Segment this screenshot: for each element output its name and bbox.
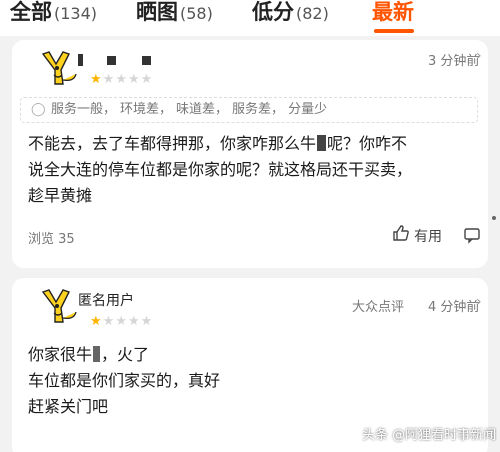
star-icon: ★ xyxy=(115,314,128,329)
masked-username-block xyxy=(78,54,83,66)
review-text: 你家很牛 ，火了 车位都是你们家买的，真好 赶紧关门吧 xyxy=(28,342,220,420)
useful-button[interactable]: 有用 xyxy=(414,226,442,246)
review-line: 趁早黄摊 xyxy=(28,186,93,205)
review-tag: 分量少 xyxy=(288,102,328,117)
review-time: 4 分钟前 xyxy=(428,300,480,315)
active-tab-indicator xyxy=(374,29,414,33)
tab-photos-label: 晒图 xyxy=(136,0,178,24)
star-icon: ★ xyxy=(90,314,103,329)
censored-text-block xyxy=(93,346,101,362)
avatar-icon[interactable] xyxy=(36,48,82,94)
review-username[interactable]: 匿名用户 xyxy=(78,290,134,310)
review-line: 你家很牛 ，火了 xyxy=(28,345,150,364)
censored-text-block xyxy=(317,135,327,151)
tab-low-score-count: (82) xyxy=(296,4,329,23)
tab-latest-label: 最新 xyxy=(372,0,414,24)
view-count: 浏览 35 xyxy=(28,232,75,247)
star-icon: ★ xyxy=(127,72,141,87)
masked-username-block xyxy=(107,55,116,65)
avatar-icon[interactable] xyxy=(36,286,82,332)
review-tag: 服务差， xyxy=(232,102,285,117)
tab-photos[interactable]: 晒图 (58) xyxy=(136,0,213,26)
review-card: 3 分钟前 › ★★★★★ ◯ 服务一般， 环境差， 味道差， 服务差， 分量少 不能去… xyxy=(12,40,488,268)
star-icon: ★ xyxy=(127,314,141,329)
star-icon: ★ xyxy=(140,314,154,329)
star-icon: ★ xyxy=(115,72,128,87)
thumbs-up-icon[interactable] xyxy=(392,224,410,242)
review-tag: 服务一般， xyxy=(51,102,117,117)
comment-icon[interactable] xyxy=(463,226,481,244)
tab-low-score-label: 低分 xyxy=(252,0,294,24)
tab-all-label: 全部 xyxy=(10,0,52,24)
review-line: 车位都是你们家买的，真好 xyxy=(28,371,221,390)
masked-username-block xyxy=(142,55,151,65)
star-icon: ★ xyxy=(140,72,154,87)
tab-photos-count: (58) xyxy=(180,4,213,23)
tab-latest[interactable]: 最新 xyxy=(372,0,414,24)
review-source: 大众点评 xyxy=(352,300,405,315)
review-filter-tabs: 全部 (134) 晒图 (58) 低分 (82) 最新 xyxy=(0,0,500,36)
star-icon: ★ xyxy=(90,72,103,87)
review-tags: ◯ 服务一般， 环境差， 味道差， 服务差， 分量少 xyxy=(20,97,478,123)
tab-all-count: (134) xyxy=(54,4,98,23)
scroll-indicator-dot xyxy=(492,216,496,220)
chevron-right-icon[interactable]: › xyxy=(476,48,482,64)
star-icon: ★ xyxy=(102,72,116,87)
tag-icon: ◯ xyxy=(31,102,46,117)
tab-low-score[interactable]: 低分 (82) xyxy=(252,0,329,26)
review-username[interactable] xyxy=(78,52,177,68)
review-tag: 环境差， xyxy=(120,102,173,117)
star-icon: ★ xyxy=(102,314,116,329)
watermark: 头条 @阿狸看时事新闻 xyxy=(362,428,497,443)
review-line: 说全大连的停车位都是你家的呢？就这格局还干买卖， xyxy=(28,160,413,179)
tab-all[interactable]: 全部 (134) xyxy=(10,0,97,26)
star-rating: ★★★★★ xyxy=(90,315,153,329)
review-time: 3 分钟前 xyxy=(428,54,480,69)
review-line: 不能去，去了车都得押那，你家咋那么牛 呢？你咋不 xyxy=(28,134,408,153)
review-tag: 味道差， xyxy=(176,102,229,117)
review-line: 赶紧关门吧 xyxy=(28,397,109,416)
chevron-right-icon[interactable]: › xyxy=(476,294,482,310)
star-rating: ★★★★★ xyxy=(90,73,153,87)
review-text: 不能去，去了车都得押那，你家咋那么牛 呢？你咋不 说全大连的停车位都是你家的呢？就… xyxy=(28,131,412,209)
